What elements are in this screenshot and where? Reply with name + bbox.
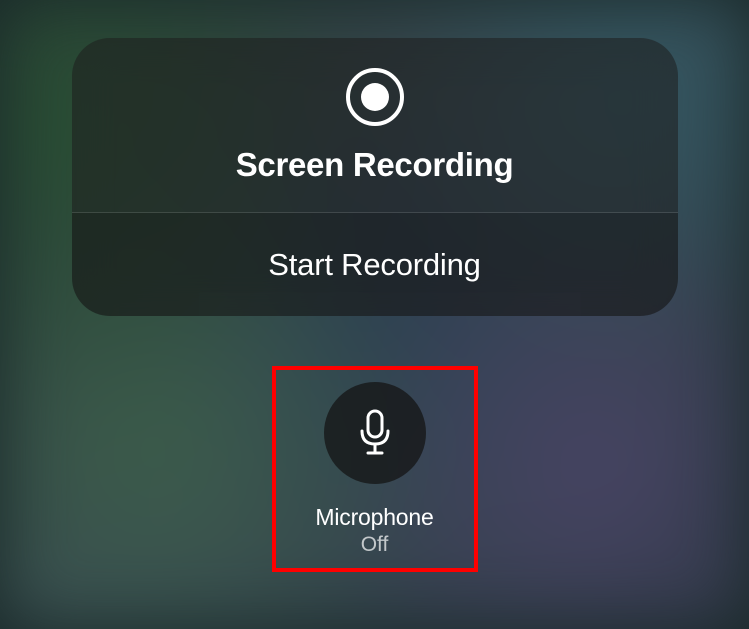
microphone-label: Microphone (315, 504, 433, 531)
record-icon (346, 68, 404, 126)
start-recording-label: Start Recording (268, 247, 480, 283)
start-recording-button[interactable]: Start Recording (72, 213, 678, 316)
screen-recording-title: Screen Recording (236, 146, 514, 184)
record-dot-icon (361, 83, 389, 111)
microphone-toggle-button[interactable] (324, 382, 426, 484)
record-ring-icon (346, 68, 404, 126)
control-center-overlay: Screen Recording Start Recording Microph… (0, 0, 749, 629)
recording-panel-header: Screen Recording (72, 38, 678, 212)
screen-recording-panel: Screen Recording Start Recording (72, 38, 678, 316)
microphone-section-highlighted: Microphone Off (272, 366, 478, 572)
microphone-icon (356, 409, 394, 457)
microphone-status: Off (361, 533, 389, 557)
